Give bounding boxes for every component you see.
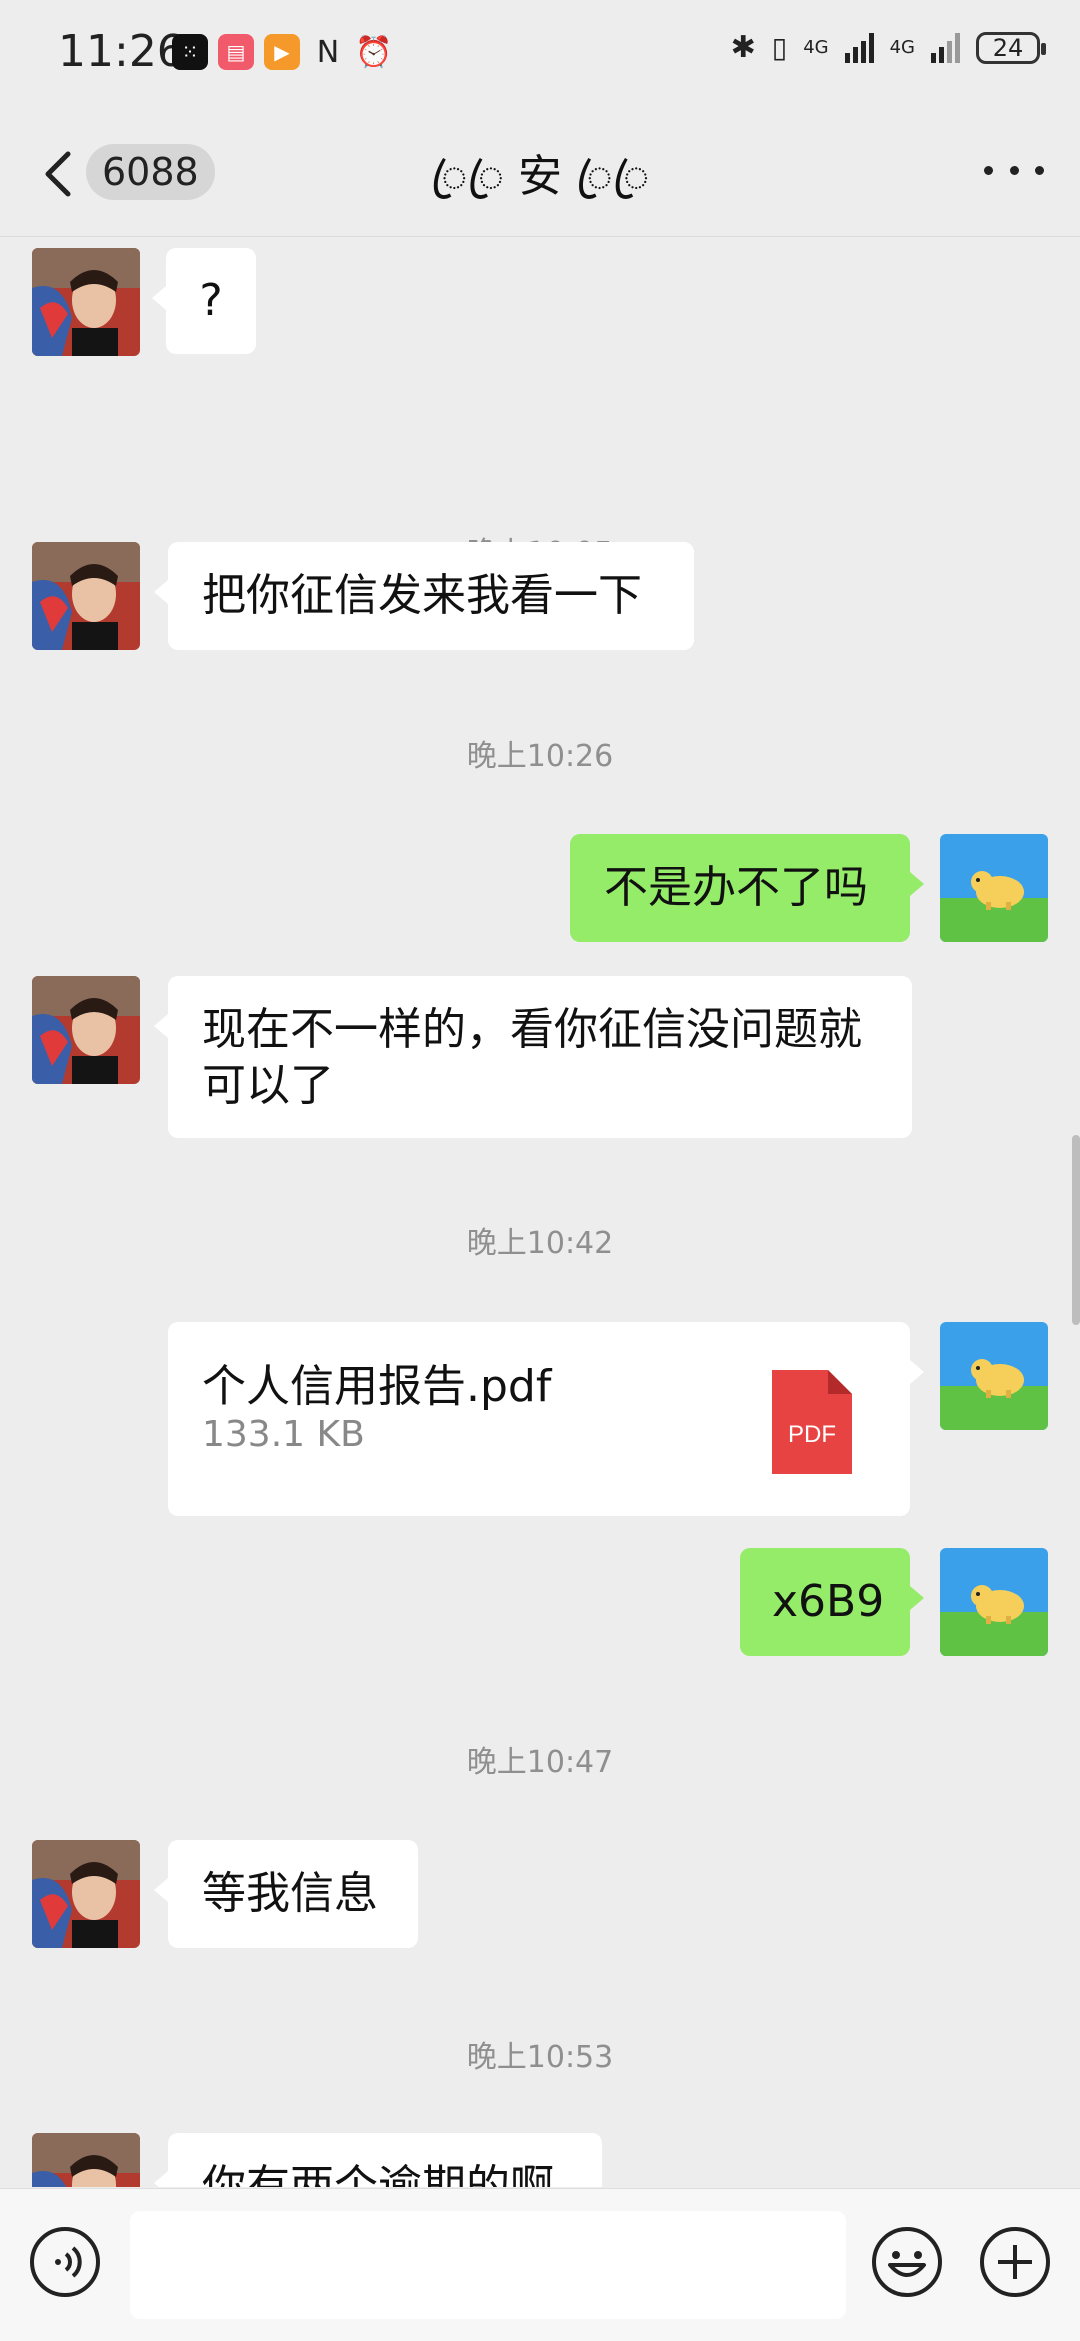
file-name: 个人信用报告.pdf	[202, 1361, 552, 1412]
add-more-icon[interactable]	[978, 2225, 1052, 2299]
app-notification-icon: ⁙	[172, 34, 208, 70]
alarm-icon: ⏰	[355, 34, 393, 70]
timestamp: 晚上10:47	[466, 1745, 614, 1780]
contact-avatar[interactable]	[32, 2133, 140, 2187]
message-list[interactable]: ? 晚上10:05 把你征信发来我看一下 晚上10:26 不是办不了吗 现在不一…	[0, 237, 1080, 2187]
voice-input-icon[interactable]	[28, 2225, 102, 2299]
pdf-file-icon: PDF	[772, 1370, 852, 1474]
status-right: ✱ ▯ 4G 4G 24	[730, 30, 1046, 65]
video-app-icon: ▶	[264, 34, 300, 70]
emoji-icon[interactable]	[870, 2225, 944, 2299]
incoming-message[interactable]: 等我信息	[154, 1840, 418, 1948]
contact-avatar[interactable]	[32, 976, 140, 1084]
notification-icons: ⁙ ▤ ▶ N ⏰	[172, 34, 393, 70]
file-message[interactable]: 个人信用报告.pdf 133.1 KB PDF	[168, 1322, 924, 1516]
file-size: 133.1 KB	[202, 1414, 365, 1455]
vibrate-icon: ▯	[771, 31, 788, 64]
nfc-icon: N	[316, 34, 340, 70]
pdf-icon-label: PDF	[788, 1421, 836, 1448]
network-label-2: 4G	[889, 37, 915, 58]
message-input[interactable]	[130, 2211, 846, 2319]
status-time: 11:26	[58, 26, 185, 77]
book-app-icon: ▤	[218, 34, 254, 70]
contact-avatar[interactable]	[32, 1840, 140, 1948]
input-bar	[0, 2188, 1080, 2341]
incoming-message[interactable]: ?	[152, 248, 256, 354]
my-avatar[interactable]	[940, 1322, 1048, 1430]
battery-icon: 24	[976, 31, 1046, 64]
incoming-message[interactable]: 现在不一样的，看你征信没问题就可以了	[154, 976, 912, 1138]
incoming-message[interactable]: 把你征信发来我看一下	[154, 542, 694, 650]
signal-icon	[931, 32, 960, 63]
timestamp: 晚上10:53	[466, 2040, 614, 2075]
chat-title: ꦿꦿ 安 ꦿꦿ	[430, 151, 650, 202]
battery-level: 24	[992, 33, 1024, 62]
contact-avatar[interactable]	[32, 542, 140, 650]
incoming-message[interactable]: 你有两个逾期的啊	[154, 2133, 602, 2187]
status-bar: 11:26 ⁙ ▤ ▶ N ⏰ ✱ ▯ 4G 4G 24	[0, 0, 1080, 110]
network-label-1: 4G	[803, 37, 829, 58]
signal-icon	[844, 32, 874, 63]
bluetooth-icon: ✱	[730, 30, 756, 65]
timestamp: 晚上10:26	[466, 739, 614, 774]
more-options-icon[interactable]	[984, 150, 1044, 190]
scrollbar[interactable]	[1072, 1135, 1080, 1325]
outgoing-message[interactable]: 不是办不了吗	[570, 834, 924, 942]
timestamp: 晚上10:42	[466, 1226, 614, 1261]
my-avatar[interactable]	[940, 834, 1048, 942]
outgoing-message[interactable]: x6B9	[740, 1548, 924, 1656]
contact-avatar[interactable]	[32, 248, 140, 356]
chat-header: 6088 ꦿꦿ 安 ꦿꦿ	[0, 110, 1080, 237]
my-avatar[interactable]	[940, 1548, 1048, 1656]
